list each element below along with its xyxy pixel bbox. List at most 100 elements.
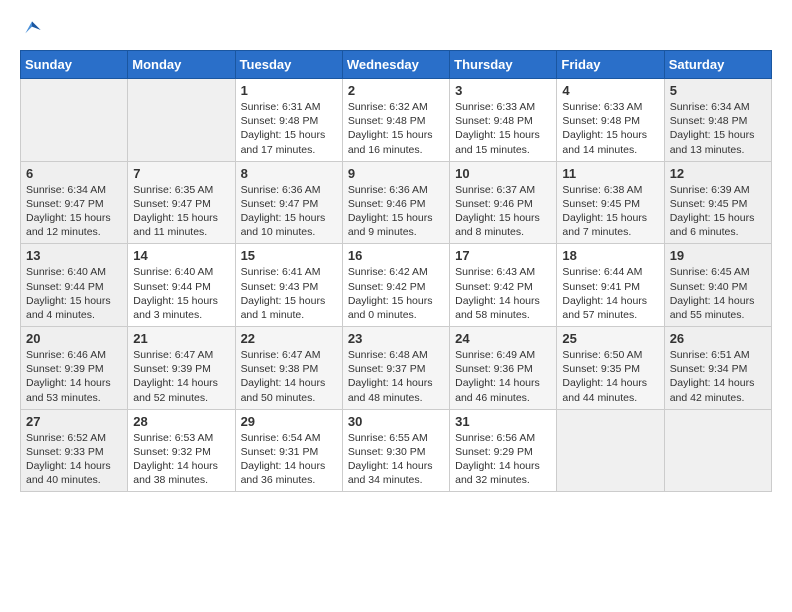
weekday-header: Thursday — [450, 51, 557, 79]
calendar-cell: 11 Sunrise: 6:38 AM Sunset: 9:45 PM Dayli… — [557, 161, 664, 244]
calendar-cell: 10 Sunrise: 6:37 AM Sunset: 9:46 PM Dayli… — [450, 161, 557, 244]
day-number: 4 — [562, 83, 658, 98]
logo — [20, 20, 42, 40]
day-number: 22 — [241, 331, 337, 346]
day-number: 17 — [455, 248, 551, 263]
calendar-cell: 13 Sunrise: 6:40 AM Sunset: 9:44 PM Dayli… — [21, 244, 128, 327]
day-number: 25 — [562, 331, 658, 346]
day-number: 15 — [241, 248, 337, 263]
day-number: 2 — [348, 83, 444, 98]
calendar-week-row: 1Sunrise: 6:31 AM Sunset: 9:48 PM Daylig… — [21, 79, 772, 162]
calendar-cell: 23Sunrise: 6:48 AM Sunset: 9:37 PM Dayli… — [342, 327, 449, 410]
calendar-cell: 16 Sunrise: 6:42 AM Sunset: 9:42 PM Dayli… — [342, 244, 449, 327]
day-info: Sunrise: 6:55 AM Sunset: 9:30 PM Dayligh… — [348, 431, 444, 488]
day-info: Sunrise: 6:36 AM Sunset: 9:47 PM Dayligh… — [241, 183, 337, 240]
day-info: Sunrise: 6:42 AM Sunset: 9:42 PM Dayligh… — [348, 265, 444, 322]
day-info: Sunrise: 6:54 AM Sunset: 9:31 PM Dayligh… — [241, 431, 337, 488]
calendar-cell: 30 Sunrise: 6:55 AM Sunset: 9:30 PM Dayli… — [342, 409, 449, 492]
day-info: Sunrise: 6:50 AM Sunset: 9:35 PM Dayligh… — [562, 348, 658, 405]
calendar-week-row: 13 Sunrise: 6:40 AM Sunset: 9:44 PM Dayli… — [21, 244, 772, 327]
calendar-cell: 19 Sunrise: 6:45 AM Sunset: 9:40 PM Dayli… — [664, 244, 771, 327]
day-number: 20 — [26, 331, 122, 346]
day-number: 9 — [348, 166, 444, 181]
day-number: 23 — [348, 331, 444, 346]
day-info: Sunrise: 6:49 AM Sunset: 9:36 PM Dayligh… — [455, 348, 551, 405]
day-number: 6 — [26, 166, 122, 181]
calendar-cell: 20Sunrise: 6:46 AM Sunset: 9:39 PM Dayli… — [21, 327, 128, 410]
calendar-cell: 31 Sunrise: 6:56 AM Sunset: 9:29 PM Dayli… — [450, 409, 557, 492]
day-info: Sunrise: 6:33 AM Sunset: 9:48 PM Dayligh… — [562, 100, 658, 157]
calendar-week-row: 20Sunrise: 6:46 AM Sunset: 9:39 PM Dayli… — [21, 327, 772, 410]
day-number: 18 — [562, 248, 658, 263]
calendar-cell: 6 Sunrise: 6:34 AM Sunset: 9:47 PM Daylig… — [21, 161, 128, 244]
day-info: Sunrise: 6:44 AM Sunset: 9:41 PM Dayligh… — [562, 265, 658, 322]
day-number: 29 — [241, 414, 337, 429]
calendar-cell: 25 Sunrise: 6:50 AM Sunset: 9:35 PM Dayli… — [557, 327, 664, 410]
calendar-cell: 28 Sunrise: 6:53 AM Sunset: 9:32 PM Dayli… — [128, 409, 235, 492]
day-info: Sunrise: 6:32 AM Sunset: 9:48 PM Dayligh… — [348, 100, 444, 157]
calendar-cell: 9 Sunrise: 6:36 AM Sunset: 9:46 PM Daylig… — [342, 161, 449, 244]
day-info: Sunrise: 6:45 AM Sunset: 9:40 PM Dayligh… — [670, 265, 766, 322]
day-number: 21 — [133, 331, 229, 346]
logo-icon — [22, 20, 42, 40]
calendar-cell: 3 Sunrise: 6:33 AM Sunset: 9:48 PM Daylig… — [450, 79, 557, 162]
calendar-cell — [128, 79, 235, 162]
calendar-cell — [664, 409, 771, 492]
calendar-cell: 26Sunrise: 6:51 AM Sunset: 9:34 PM Dayli… — [664, 327, 771, 410]
day-info: Sunrise: 6:37 AM Sunset: 9:46 PM Dayligh… — [455, 183, 551, 240]
day-info: Sunrise: 6:38 AM Sunset: 9:45 PM Dayligh… — [562, 183, 658, 240]
calendar-cell: 27 Sunrise: 6:52 AM Sunset: 9:33 PM Dayli… — [21, 409, 128, 492]
calendar-cell: 14Sunrise: 6:40 AM Sunset: 9:44 PM Dayli… — [128, 244, 235, 327]
day-number: 16 — [348, 248, 444, 263]
day-info: Sunrise: 6:53 AM Sunset: 9:32 PM Dayligh… — [133, 431, 229, 488]
day-number: 31 — [455, 414, 551, 429]
calendar-cell: 21Sunrise: 6:47 AM Sunset: 9:39 PM Dayli… — [128, 327, 235, 410]
weekday-header: Friday — [557, 51, 664, 79]
calendar-cell: 22 Sunrise: 6:47 AM Sunset: 9:38 PM Dayli… — [235, 327, 342, 410]
day-number: 11 — [562, 166, 658, 181]
calendar-cell: 12 Sunrise: 6:39 AM Sunset: 9:45 PM Dayli… — [664, 161, 771, 244]
day-info: Sunrise: 6:41 AM Sunset: 9:43 PM Dayligh… — [241, 265, 337, 322]
day-number: 27 — [26, 414, 122, 429]
day-info: Sunrise: 6:33 AM Sunset: 9:48 PM Dayligh… — [455, 100, 551, 157]
calendar-cell — [21, 79, 128, 162]
day-info: Sunrise: 6:43 AM Sunset: 9:42 PM Dayligh… — [455, 265, 551, 322]
weekday-header-row: SundayMondayTuesdayWednesdayThursdayFrid… — [21, 51, 772, 79]
day-number: 10 — [455, 166, 551, 181]
day-info: Sunrise: 6:36 AM Sunset: 9:46 PM Dayligh… — [348, 183, 444, 240]
calendar-week-row: 27 Sunrise: 6:52 AM Sunset: 9:33 PM Dayli… — [21, 409, 772, 492]
day-info: Sunrise: 6:39 AM Sunset: 9:45 PM Dayligh… — [670, 183, 766, 240]
weekday-header: Sunday — [21, 51, 128, 79]
day-number: 28 — [133, 414, 229, 429]
day-info: Sunrise: 6:34 AM Sunset: 9:48 PM Dayligh… — [670, 100, 766, 157]
day-info: Sunrise: 6:31 AM Sunset: 9:48 PM Dayligh… — [241, 100, 337, 157]
calendar-cell: 18 Sunrise: 6:44 AM Sunset: 9:41 PM Dayli… — [557, 244, 664, 327]
day-number: 3 — [455, 83, 551, 98]
day-info: Sunrise: 6:51 AM Sunset: 9:34 PM Dayligh… — [670, 348, 766, 405]
weekday-header: Tuesday — [235, 51, 342, 79]
day-number: 8 — [241, 166, 337, 181]
calendar: SundayMondayTuesdayWednesdayThursdayFrid… — [20, 50, 772, 492]
day-number: 13 — [26, 248, 122, 263]
day-info: Sunrise: 6:35 AM Sunset: 9:47 PM Dayligh… — [133, 183, 229, 240]
calendar-cell: 2 Sunrise: 6:32 AM Sunset: 9:48 PM Daylig… — [342, 79, 449, 162]
day-number: 5 — [670, 83, 766, 98]
calendar-week-row: 6 Sunrise: 6:34 AM Sunset: 9:47 PM Daylig… — [21, 161, 772, 244]
day-number: 12 — [670, 166, 766, 181]
calendar-cell: 5 Sunrise: 6:34 AM Sunset: 9:48 PM Daylig… — [664, 79, 771, 162]
calendar-cell: 24 Sunrise: 6:49 AM Sunset: 9:36 PM Dayli… — [450, 327, 557, 410]
weekday-header: Wednesday — [342, 51, 449, 79]
day-info: Sunrise: 6:47 AM Sunset: 9:38 PM Dayligh… — [241, 348, 337, 405]
day-info: Sunrise: 6:52 AM Sunset: 9:33 PM Dayligh… — [26, 431, 122, 488]
day-info: Sunrise: 6:40 AM Sunset: 9:44 PM Dayligh… — [133, 265, 229, 322]
day-number: 30 — [348, 414, 444, 429]
day-number: 24 — [455, 331, 551, 346]
day-info: Sunrise: 6:56 AM Sunset: 9:29 PM Dayligh… — [455, 431, 551, 488]
calendar-cell: 4 Sunrise: 6:33 AM Sunset: 9:48 PM Daylig… — [557, 79, 664, 162]
day-number: 19 — [670, 248, 766, 263]
day-info: Sunrise: 6:40 AM Sunset: 9:44 PM Dayligh… — [26, 265, 122, 322]
day-info: Sunrise: 6:34 AM Sunset: 9:47 PM Dayligh… — [26, 183, 122, 240]
calendar-cell: 8 Sunrise: 6:36 AM Sunset: 9:47 PM Daylig… — [235, 161, 342, 244]
calendar-cell: 7Sunrise: 6:35 AM Sunset: 9:47 PM Daylig… — [128, 161, 235, 244]
calendar-cell: 1Sunrise: 6:31 AM Sunset: 9:48 PM Daylig… — [235, 79, 342, 162]
